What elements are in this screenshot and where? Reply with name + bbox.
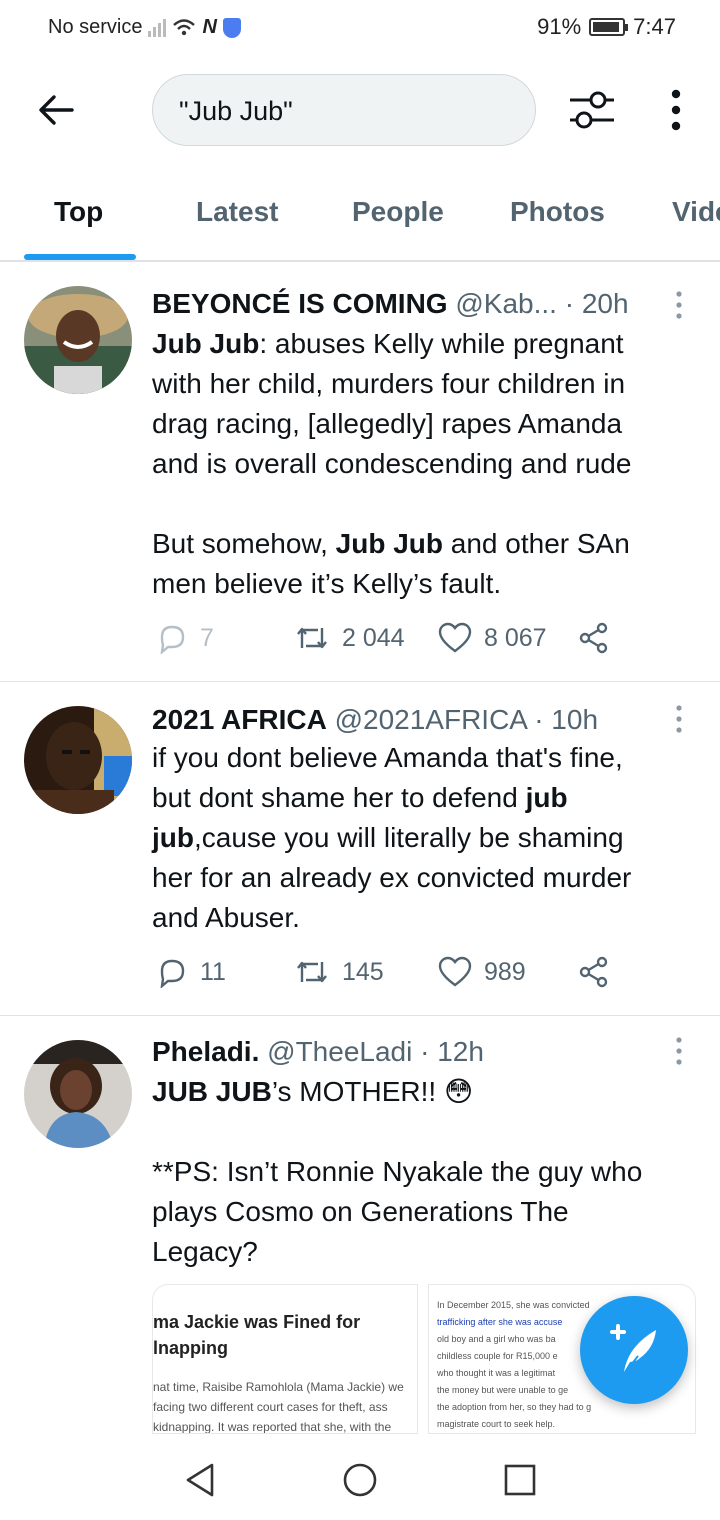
nav-back-icon[interactable] [184,1462,218,1498]
share-icon[interactable] [578,956,610,988]
tab-photos[interactable]: Photos [510,196,605,228]
author-name[interactable]: 2021 AFRICA [152,704,327,735]
tweet-more-icon[interactable] [674,1036,684,1066]
like-button[interactable]: 8 067 [438,622,547,654]
like-button[interactable]: 989 [438,956,526,988]
tweet-more-icon[interactable] [674,290,684,320]
tweet-time: · 20h [564,288,629,319]
reply-icon [160,959,185,988]
status-bar: No service N 91% 7:47 [0,0,720,56]
tab-people[interactable]: People [352,196,444,228]
vpn-shield-icon [222,17,241,38]
search-tabs: Top Latest People Photos Vide [0,186,720,262]
reply-icon [160,625,185,654]
reply-count: 7 [200,623,214,652]
tweet-text: JUB JUB’s MOTHER!! 😳 **PS: Isn’t Ronnie … [152,1076,643,1267]
retweet-icon [297,961,327,983]
compose-tweet-button[interactable] [580,1296,688,1404]
like-count: 989 [484,957,526,986]
back-arrow-icon[interactable] [34,88,78,132]
retweet-count: 145 [342,957,384,986]
like-count: 8 067 [484,623,547,652]
author-handle[interactable]: @2021AFRICA [335,704,527,735]
tweet[interactable]: 2021 AFRICA @2021AFRICA · 10h if you don… [0,682,720,1016]
retweet-button[interactable]: 2 044 [294,622,405,654]
tweet[interactable]: BEYONCÉ IS COMING @Kab... · 20h Jub Jub:… [0,264,720,682]
reply-count: 11 [200,957,226,986]
clock: 7:47 [633,14,676,39]
retweet-button[interactable]: 145 [294,956,384,988]
avatar[interactable] [24,1040,132,1148]
author-handle[interactable]: @Kab... [455,288,557,319]
search-input[interactable]: "Jub Jub" [152,74,536,146]
nav-recents-icon[interactable] [504,1464,536,1496]
tweet-time: · 12h [420,1036,484,1067]
media-image-left[interactable]: ma Jackie was Fined for lnapping nat tim… [152,1284,418,1434]
filter-settings-icon[interactable] [566,88,618,132]
reply-button[interactable]: 11 [156,956,226,988]
author-name[interactable]: BEYONCÉ IS COMING [152,288,448,319]
tweet-time: · 10h [534,704,599,735]
avatar[interactable] [24,706,132,814]
nfc-icon: N [202,16,217,38]
heart-icon [438,956,472,987]
more-options-icon[interactable] [660,88,692,132]
tweet-text: if you dont believe Amanda that's fine, … [152,742,632,933]
signal-icon [148,18,167,37]
battery-icon [589,18,629,36]
carrier-label: No service [48,16,143,38]
tab-top[interactable]: Top [54,196,103,228]
search-header: "Jub Jub" [0,70,720,150]
tab-latest[interactable]: Latest [196,196,278,228]
system-nav-bar [0,1440,720,1520]
active-tab-indicator [24,254,136,260]
battery-percent: 91% [537,14,582,39]
retweet-icon [297,627,327,649]
author-name[interactable]: Pheladi. [152,1036,259,1067]
compose-feather-icon [610,1324,656,1375]
wifi-icon [173,18,196,35]
tweet-text: Jub Jub: abuses Kelly while pregnant wit… [152,328,632,599]
avatar[interactable] [24,286,132,394]
tab-videos[interactable]: Vide [672,196,720,228]
reply-button[interactable]: 7 [156,622,214,654]
retweet-count: 2 044 [342,623,405,652]
share-icon[interactable] [578,622,610,654]
search-query: "Jub Jub" [179,96,293,126]
media-left-title: ma Jackie was Fined for [153,1312,361,1332]
tweet-more-icon[interactable] [674,704,684,734]
nav-home-icon[interactable] [342,1462,378,1498]
author-handle[interactable]: @TheeLadi [267,1036,412,1067]
heart-icon [438,622,472,653]
